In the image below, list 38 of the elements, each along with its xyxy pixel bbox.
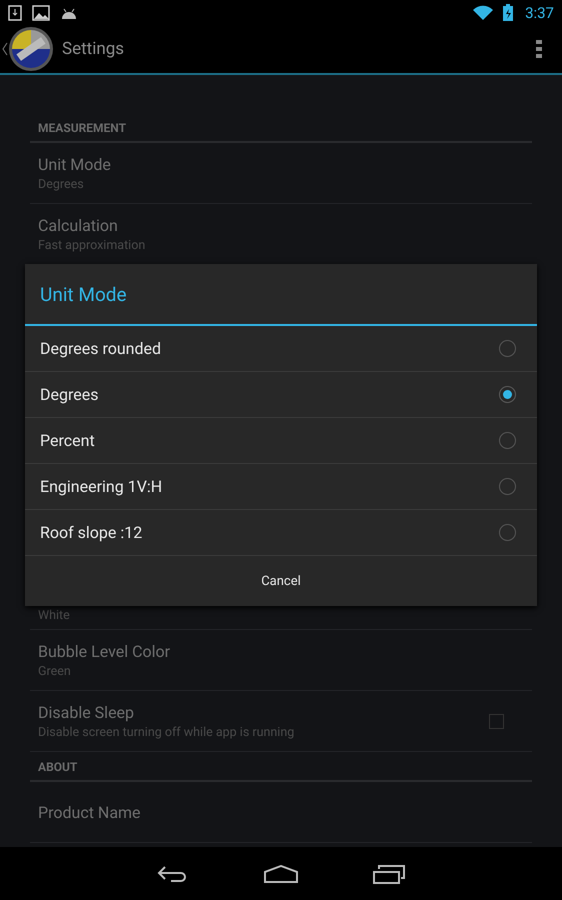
dialog-title: Unit Mode xyxy=(25,264,537,326)
setting-title: Bubble Level Color xyxy=(38,642,172,660)
battery-icon xyxy=(503,4,514,21)
section-header: MEASUREMENT xyxy=(30,113,532,143)
image-icon xyxy=(32,4,50,20)
clock: 3:37 xyxy=(525,4,554,22)
download-notification-icon xyxy=(8,4,22,20)
checkbox[interactable] xyxy=(489,714,504,728)
radio-button[interactable] xyxy=(499,340,516,357)
setting-title: Disable Sleep xyxy=(38,702,136,722)
radio-button[interactable] xyxy=(499,432,516,449)
setting-title: Unit Mode xyxy=(38,154,112,174)
radio-button[interactable] xyxy=(499,386,516,403)
app-logo-icon[interactable] xyxy=(8,26,54,72)
back-icon[interactable] xyxy=(157,864,189,884)
dialog-option[interactable]: Degrees xyxy=(25,372,537,418)
screen-title: Settings xyxy=(62,39,126,59)
setting-title: Product Name xyxy=(38,802,142,822)
radio-button[interactable] xyxy=(499,478,516,495)
home-icon[interactable] xyxy=(264,864,298,882)
setting-title: Calculation xyxy=(38,216,119,234)
section-header: ABOUT xyxy=(30,752,532,782)
dialog-option[interactable]: Percent xyxy=(25,418,537,464)
option-label: Percent xyxy=(40,431,96,450)
dialog-option[interactable]: Degrees rounded xyxy=(25,326,537,372)
option-label: Engineering 1V:H xyxy=(40,477,164,496)
wifi-icon xyxy=(473,4,494,20)
recent-apps-icon[interactable] xyxy=(373,864,405,884)
radio-button[interactable] xyxy=(499,524,516,541)
setting-row[interactable]: Product Name xyxy=(30,782,532,843)
option-label: Degrees xyxy=(40,385,100,404)
dialog-option[interactable]: Engineering 1V:H xyxy=(25,464,537,510)
option-label: Roof slope :12 xyxy=(40,523,144,542)
cancel-button[interactable]: Cancel xyxy=(25,556,537,606)
dialog-option[interactable]: Roof slope :12 xyxy=(25,510,537,556)
back-caret-icon xyxy=(2,42,8,56)
option-label: Degrees rounded xyxy=(40,339,162,358)
overflow-menu-icon[interactable] xyxy=(536,40,542,58)
